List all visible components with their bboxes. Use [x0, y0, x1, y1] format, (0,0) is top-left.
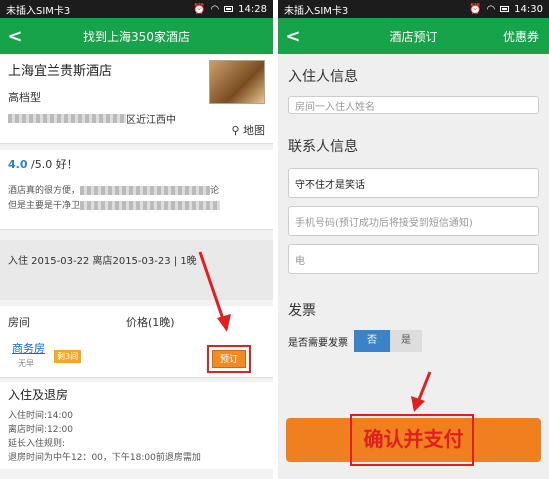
hotel-list-screen: 未插入SIM卡3 ⏰ ◠ 14:28 < 找到上海350家酒店 上海宜兰贵斯酒店…	[0, 0, 273, 479]
highlight-box	[350, 414, 474, 466]
hotel-booking-screen: 未插入SIM卡3 ⏰ ◠ 14:30 < 酒店预订 优惠券 入住人信息 房间一入…	[278, 0, 549, 479]
coupon-button[interactable]: 优惠券	[503, 28, 539, 45]
annotation-arrow	[198, 251, 231, 332]
annotation-arrow	[411, 371, 432, 412]
